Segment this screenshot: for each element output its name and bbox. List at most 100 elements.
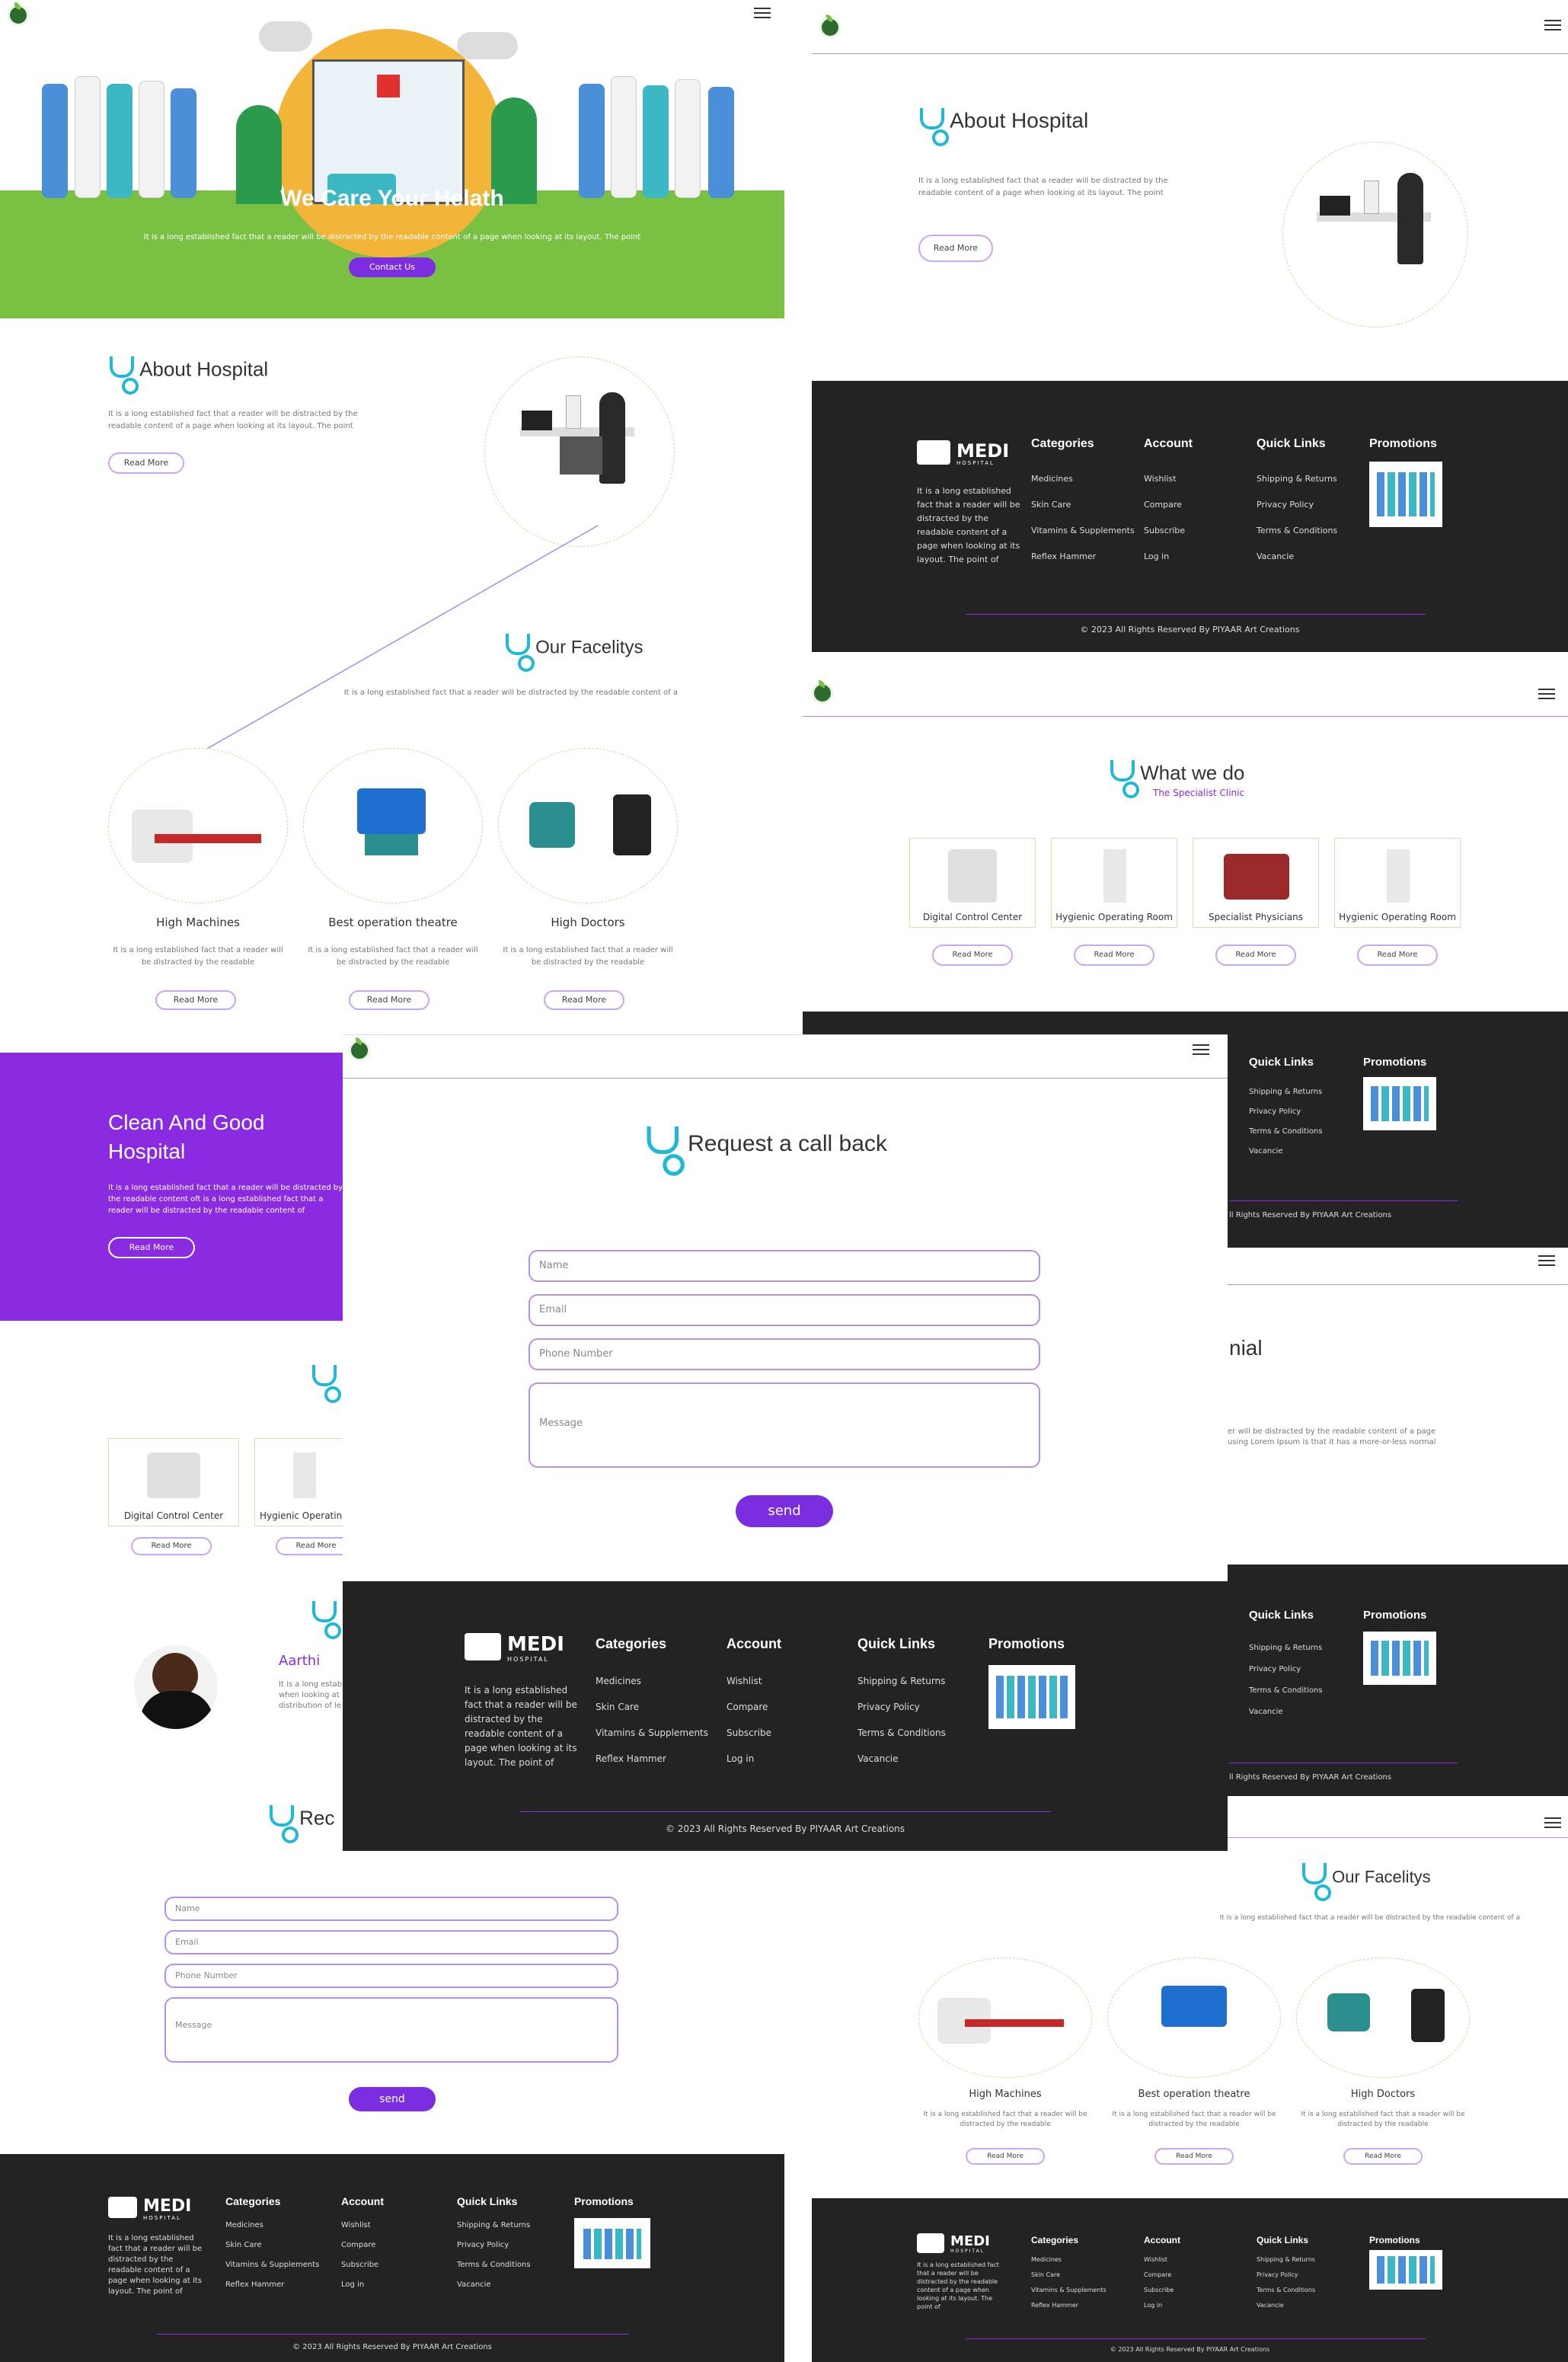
hamburger-menu-icon[interactable]: [1544, 20, 1561, 30]
footer-link[interactable]: Skin Care: [596, 1702, 639, 1712]
promotion-image[interactable]: [1369, 2250, 1442, 2290]
footer-link[interactable]: Reflex Hammer: [1031, 551, 1096, 561]
footer-link[interactable]: Privacy Policy: [1257, 2271, 1298, 2278]
service-card[interactable]: Hygienic Operating Room: [254, 1438, 377, 1526]
footer-link[interactable]: Medicines: [1031, 474, 1073, 484]
footer-link[interactable]: Skin Care: [1031, 500, 1071, 510]
footer-link[interactable]: Vacancie: [457, 2280, 491, 2289]
footer-link[interactable]: Compare: [341, 2241, 375, 2249]
brand-logo-icon[interactable]: [812, 680, 833, 704]
footer-link[interactable]: Vacancie: [1257, 2302, 1284, 2309]
facility-read-more-button[interactable]: Read More: [155, 990, 236, 1010]
facility-read-more-button[interactable]: Read More: [1154, 2148, 1234, 2165]
footer-link[interactable]: Wishlist: [1144, 474, 1177, 484]
footer-link[interactable]: Shipping & Returns: [1249, 1088, 1322, 1096]
footer-link[interactable]: Privacy Policy: [1249, 1665, 1301, 1673]
service-card[interactable]: Hygienic Operating Room: [1334, 838, 1461, 928]
footer-link[interactable]: Compare: [1144, 2271, 1171, 2278]
promotion-image[interactable]: [1363, 1632, 1436, 1685]
footer-link[interactable]: Privacy Policy: [1249, 1107, 1301, 1116]
footer-link[interactable]: Medicines: [596, 1676, 641, 1686]
footer-link[interactable]: Log in: [1144, 2302, 1162, 2309]
footer-link[interactable]: Compare: [727, 1702, 768, 1712]
message-input[interactable]: Message: [164, 1997, 618, 2063]
hamburger-menu-icon[interactable]: [1544, 1817, 1561, 1828]
footer-link[interactable]: Wishlist: [727, 1676, 762, 1686]
hamburger-menu-icon[interactable]: [1538, 1255, 1555, 1266]
hamburger-menu-icon[interactable]: [1538, 689, 1555, 699]
service-read-more-button[interactable]: Read More: [1074, 944, 1154, 966]
footer-link[interactable]: Wishlist: [341, 2221, 371, 2229]
email-input[interactable]: Email: [164, 1930, 618, 1954]
promotion-image[interactable]: [1363, 1077, 1436, 1130]
footer-link[interactable]: Shipping & Returns: [1249, 1644, 1322, 1652]
footer-link[interactable]: Vitamins & Supplements: [1031, 2287, 1107, 2293]
send-button[interactable]: send: [349, 2087, 436, 2111]
footer-link[interactable]: Log in: [341, 2280, 364, 2289]
brand-logo-icon[interactable]: [8, 2, 29, 26]
promotion-image[interactable]: [574, 2218, 650, 2268]
contact-us-button[interactable]: Contact Us: [349, 257, 436, 277]
hamburger-menu-icon[interactable]: [1193, 1044, 1209, 1055]
promotion-image[interactable]: [1369, 462, 1442, 527]
brand-logo-icon[interactable]: [819, 14, 841, 38]
service-read-more-button[interactable]: Read More: [1357, 944, 1438, 966]
phone-input[interactable]: Phone Number: [164, 1964, 618, 1988]
facility-read-more-button[interactable]: Read More: [349, 990, 430, 1010]
name-input[interactable]: Name: [529, 1250, 1040, 1282]
footer-link[interactable]: Wishlist: [1144, 2256, 1167, 2263]
brand-logo-icon[interactable]: [349, 1037, 370, 1061]
footer-link[interactable]: Vacancie: [1249, 1708, 1283, 1716]
about-read-more-button[interactable]: Read More: [918, 235, 993, 262]
footer-link[interactable]: Skin Care: [225, 2241, 262, 2249]
footer-link[interactable]: Reflex Hammer: [225, 2280, 284, 2289]
footer-link[interactable]: Reflex Hammer: [1031, 2302, 1078, 2309]
footer-link[interactable]: Vitamins & Supplements: [1031, 526, 1135, 535]
footer-link[interactable]: Skin Care: [1031, 2271, 1060, 2278]
footer-link[interactable]: Privacy Policy: [857, 1702, 920, 1712]
footer-link[interactable]: Vitamins & Supplements: [225, 2261, 319, 2269]
footer-link[interactable]: Privacy Policy: [457, 2241, 509, 2249]
footer-link[interactable]: Terms & Conditions: [1257, 526, 1337, 535]
footer-link[interactable]: Shipping & Returns: [1257, 474, 1337, 484]
about-read-more-button[interactable]: Read More: [108, 452, 184, 474]
promotion-image[interactable]: [988, 1665, 1075, 1729]
facility-read-more-button[interactable]: Read More: [1343, 2148, 1423, 2165]
footer-link[interactable]: Medicines: [1031, 2256, 1062, 2263]
footer-link[interactable]: Terms & Conditions: [1249, 1686, 1323, 1695]
facility-read-more-button[interactable]: Read More: [544, 990, 624, 1010]
message-input[interactable]: Message: [529, 1382, 1040, 1468]
footer-link[interactable]: Log in: [727, 1753, 754, 1764]
footer-link[interactable]: Subscribe: [1144, 2287, 1174, 2293]
service-read-more-button[interactable]: Read More: [932, 944, 1013, 966]
facility-read-more-button[interactable]: Read More: [966, 2148, 1045, 2165]
footer-link[interactable]: Terms & Conditions: [1257, 2287, 1315, 2293]
footer-link[interactable]: Vacancie: [1249, 1147, 1283, 1155]
footer-link[interactable]: Vitamins & Supplements: [596, 1728, 708, 1738]
service-read-more-button[interactable]: Read More: [131, 1537, 212, 1555]
service-read-more-button[interactable]: Read More: [1215, 944, 1296, 966]
footer-link[interactable]: Log in: [1144, 551, 1169, 561]
footer-link[interactable]: Terms & Conditions: [457, 2261, 531, 2269]
footer-link[interactable]: Terms & Conditions: [857, 1728, 946, 1738]
phone-input[interactable]: Phone Number: [529, 1338, 1040, 1370]
footer-link[interactable]: Shipping & Returns: [457, 2221, 530, 2229]
send-button[interactable]: send: [736, 1495, 833, 1527]
footer-link[interactable]: Privacy Policy: [1257, 500, 1314, 510]
footer-link[interactable]: Subscribe: [727, 1728, 771, 1738]
hamburger-menu-icon[interactable]: [754, 8, 771, 18]
service-card[interactable]: Digital Control Center: [909, 838, 1036, 928]
footer-link[interactable]: Terms & Conditions: [1249, 1127, 1323, 1136]
footer-link[interactable]: Vacancie: [1257, 551, 1294, 561]
service-card[interactable]: Hygienic Operating Room: [1051, 838, 1177, 928]
footer-link[interactable]: Shipping & Returns: [1257, 2256, 1315, 2263]
footer-link[interactable]: Medicines: [225, 2221, 263, 2229]
service-card[interactable]: Digital Control Center: [108, 1438, 239, 1526]
footer-link[interactable]: Vacancie: [857, 1753, 899, 1764]
footer-link[interactable]: Subscribe: [1144, 526, 1185, 535]
email-input[interactable]: Email: [529, 1294, 1040, 1326]
footer-link[interactable]: Compare: [1144, 500, 1182, 510]
footer-link[interactable]: Subscribe: [341, 2261, 378, 2269]
footer-link[interactable]: Reflex Hammer: [596, 1753, 666, 1764]
footer-link[interactable]: Shipping & Returns: [857, 1676, 945, 1686]
